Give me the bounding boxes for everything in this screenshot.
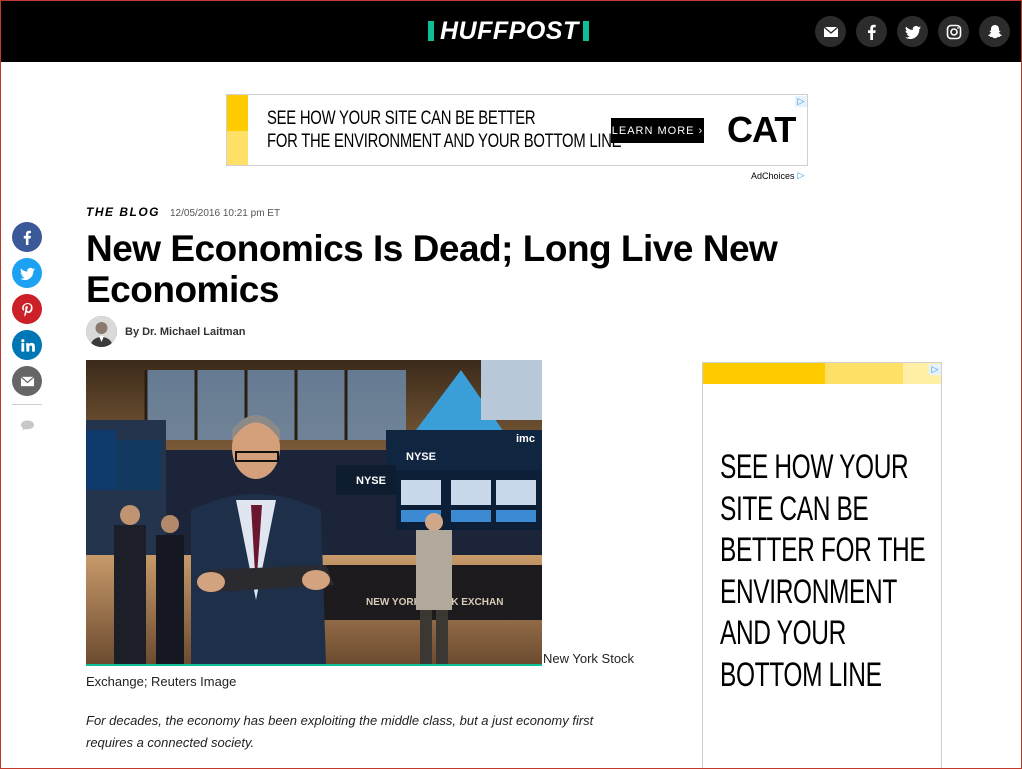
side-ad-line2: SITE CAN BE <box>720 489 869 528</box>
share-linkedin-button[interactable] <box>12 330 42 360</box>
twitter-icon <box>904 25 921 39</box>
stock-exchange-illustration: NYSE imc NYSE NEW YORK STOCK EXCHAN <box>86 360 542 665</box>
article-hero-image[interactable]: NYSE imc NYSE NEW YORK STOCK EXCHAN <box>86 360 542 665</box>
cat-logo: CAT <box>727 109 796 151</box>
side-ad-line5: AND YOUR <box>720 614 846 652</box>
publish-date: 12/05/2016 10:21 pm ET <box>170 208 281 219</box>
header-mail-button[interactable] <box>815 16 846 47</box>
article-lede: For decades, the economy has been exploi… <box>86 710 656 754</box>
side-ad-line4: ENVIRONMENT <box>720 572 897 611</box>
header-social-links <box>815 16 1010 47</box>
section-label[interactable]: THE BLOG <box>86 205 160 219</box>
ad-yellow-bar-light <box>227 131 248 165</box>
adchoices-link[interactable]: AdChoices ▷ <box>751 170 804 181</box>
site-header: HUFFPOST <box>0 0 1022 62</box>
linkedin-icon <box>20 338 35 352</box>
header-twitter-button[interactable] <box>897 16 928 47</box>
article-headline: New Economics Is Dead; Long Live New Eco… <box>86 228 778 310</box>
side-ad-stripe-2 <box>825 363 903 384</box>
logo-right-bar <box>582 21 589 41</box>
top-ad-line2: FOR THE ENVIRONMENT AND YOUR BOTTOM LINE <box>267 131 622 152</box>
lede-line1: For decades, the economy has been exploi… <box>86 713 594 728</box>
side-adchoices-icon[interactable]: ▷ <box>929 364 941 375</box>
photo-sign-imc: imc <box>516 433 535 445</box>
side-ad-line6: BOTTOM LINE <box>720 655 882 694</box>
article-kicker: THE BLOG 12/05/2016 10:21 pm ET <box>86 205 280 219</box>
facebook-icon <box>23 230 31 245</box>
snapchat-icon <box>987 24 1002 38</box>
side-ad-copy: SEE HOW YOUR SITE CAN BE BETTER FOR THE … <box>720 447 936 696</box>
mail-icon <box>20 375 34 386</box>
share-rail <box>12 222 42 437</box>
top-ad-line1: SEE HOW YOUR SITE CAN BE BETTER <box>267 108 536 129</box>
photo-sign-nyse-2: NYSE <box>406 451 436 463</box>
author-avatar[interactable] <box>86 316 117 347</box>
learn-more-button[interactable]: LEARN MORE › <box>611 118 704 143</box>
comments-button[interactable] <box>12 413 42 437</box>
image-caption-line2: Exchange; Reuters Image <box>86 674 237 689</box>
share-email-button[interactable] <box>12 366 42 396</box>
share-pinterest-button[interactable] <box>12 294 42 324</box>
side-ad-line3: BETTER FOR THE <box>720 531 926 569</box>
huffpost-logo[interactable]: HUFFPOST <box>428 17 589 45</box>
author-name[interactable]: By Dr. Michael Laitman <box>125 326 245 338</box>
byline: By Dr. Michael Laitman <box>86 316 245 347</box>
image-caption-line1: New York Stock <box>543 651 635 666</box>
side-ad-line1: SEE HOW YOUR <box>720 448 909 486</box>
header-snapchat-button[interactable] <box>979 16 1010 47</box>
instagram-icon <box>946 24 961 39</box>
header-facebook-button[interactable] <box>856 16 887 47</box>
header-instagram-button[interactable] <box>938 16 969 47</box>
comment-icon <box>20 420 34 430</box>
top-banner-ad[interactable]: SEE HOW YOUR SITE CAN BE BETTER FOR THE … <box>226 94 808 166</box>
image-underline <box>86 664 542 666</box>
author-portrait-icon <box>86 316 117 347</box>
lede-line2: requires a connected society. <box>86 735 255 750</box>
side-ad-stripe-1 <box>703 363 825 384</box>
share-facebook-button[interactable] <box>12 222 42 252</box>
twitter-icon <box>19 267 35 280</box>
share-twitter-button[interactable] <box>12 258 42 288</box>
mail-icon <box>823 25 838 37</box>
share-rail-divider <box>12 404 42 405</box>
pinterest-icon <box>21 302 33 317</box>
adchoices-label: AdChoices <box>751 170 795 181</box>
sidebar-ad[interactable]: ▷ SEE HOW YOUR SITE CAN BE BETTER FOR TH… <box>702 362 942 769</box>
top-ad-copy: SEE HOW YOUR SITE CAN BE BETTER FOR THE … <box>267 107 622 153</box>
adchoices-icon[interactable]: ▷ <box>795 96 807 107</box>
logo-text: HUFFPOST <box>440 16 579 45</box>
cat-logo-text: CAT <box>727 109 796 150</box>
adchoices-triangle-icon: ▷ <box>797 170 805 180</box>
photo-sign-nyse-1: NYSE <box>356 475 386 487</box>
facebook-icon <box>867 24 876 40</box>
